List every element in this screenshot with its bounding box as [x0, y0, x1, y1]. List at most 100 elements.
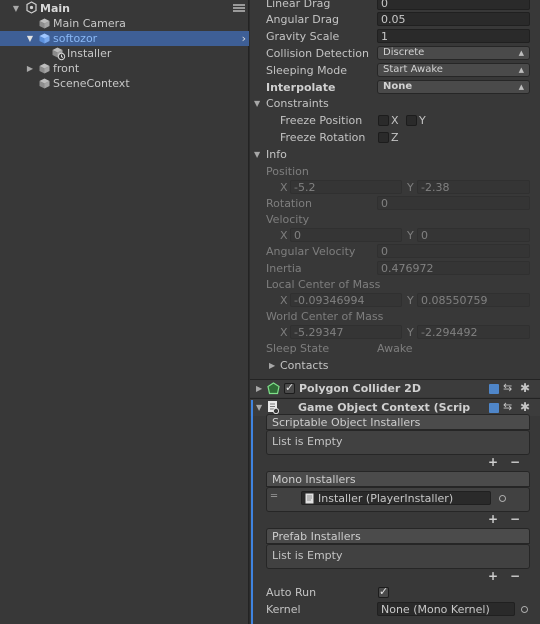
- dropdown-arrow-icon: ▲: [518, 66, 524, 74]
- sleep-state-label: Sleep State: [266, 342, 330, 355]
- remove-item-button[interactable]: −: [510, 569, 520, 583]
- add-item-button[interactable]: +: [488, 569, 498, 583]
- hierarchy-item-installer[interactable]: Installer: [0, 46, 249, 61]
- object-picker-icon[interactable]: [499, 495, 506, 502]
- local-com-x-field: -0.09346994: [290, 293, 402, 307]
- info-label: Info: [266, 148, 287, 161]
- add-item-button[interactable]: +: [488, 512, 498, 526]
- remove-item-button[interactable]: −: [510, 512, 520, 526]
- hierarchy-item-label: Installer: [67, 47, 112, 60]
- gravity-scale-field[interactable]: 1: [377, 29, 530, 43]
- hierarchy-item-label: Main Camera: [53, 17, 126, 30]
- installer-object-field[interactable]: Installer (PlayerInstaller): [301, 491, 491, 505]
- world-com-x-label: X: [280, 326, 288, 339]
- rotation-label: Rotation: [266, 197, 313, 210]
- add-item-button[interactable]: +: [488, 455, 498, 469]
- hierarchy-item-scenecontext[interactable]: SceneContext: [0, 76, 249, 91]
- sleep-state-value: Awake: [377, 342, 413, 355]
- scene-title: Main: [40, 2, 70, 15]
- kernel-object-field[interactable]: None (Mono Kernel): [377, 602, 515, 616]
- collision-detection-label: Collision Detection: [266, 47, 370, 60]
- velocity-y-label: Y: [407, 229, 414, 242]
- auto-run-checkbox[interactable]: [378, 585, 389, 598]
- game-object-context-title: Game Object Context (Scrip: [298, 401, 471, 414]
- preset-sliders-icon[interactable]: ⇆: [503, 400, 512, 413]
- angular-drag-field[interactable]: 0.05: [377, 12, 530, 26]
- scene-header-row[interactable]: ▼ Main: [0, 1, 249, 16]
- prefab-installers-list: List is Empty: [266, 544, 530, 569]
- freeze-position-y-checkbox[interactable]: [406, 115, 417, 126]
- fold-arrow-icon[interactable]: ▼: [25, 31, 35, 46]
- chevron-right-icon[interactable]: ›: [242, 31, 246, 46]
- scriptable-installers-header: Scriptable Object Installers: [266, 414, 530, 430]
- gameobject-cube-icon: [39, 18, 50, 29]
- sleeping-mode-dropdown[interactable]: Start Awake ▲: [377, 63, 530, 77]
- drag-handle-icon[interactable]: ═: [271, 491, 277, 502]
- contacts-fold-icon[interactable]: ▶: [269, 361, 275, 370]
- constraints-label: Constraints: [266, 97, 329, 110]
- help-book-icon[interactable]: [489, 403, 499, 413]
- gameobject-cube-icon: [39, 78, 50, 89]
- polygon-collider-enabled-checkbox[interactable]: [284, 381, 295, 394]
- position-x-label: X: [280, 181, 288, 194]
- hierarchy-item-label: softozor: [53, 32, 98, 45]
- freeze-rotation-z-checkbox[interactable]: [378, 132, 389, 143]
- world-com-x-field: -5.29347: [290, 325, 402, 339]
- mono-installers-header: Mono Installers: [266, 471, 530, 487]
- auto-run-label: Auto Run: [266, 586, 317, 599]
- velocity-label: Velocity: [266, 213, 310, 226]
- interpolate-dropdown[interactable]: None ▲: [377, 80, 530, 94]
- polygon-collider-title: Polygon Collider 2D: [299, 382, 421, 395]
- dropdown-value: None: [383, 81, 413, 92]
- world-com-label: World Center of Mass: [266, 310, 384, 323]
- hamburger-menu-icon[interactable]: [233, 4, 245, 12]
- dropdown-value: Discrete: [383, 47, 425, 58]
- gameobject-cube-icon: [39, 33, 50, 44]
- selection-accent-bar: [251, 400, 253, 624]
- angular-velocity-label: Angular Velocity: [266, 245, 356, 258]
- local-com-x-label: X: [280, 294, 288, 307]
- velocity-x-field: 0: [290, 228, 402, 242]
- contacts-label: Contacts: [280, 359, 329, 372]
- constraints-fold-icon[interactable]: ▼: [254, 99, 260, 108]
- hierarchy-item-main-camera[interactable]: Main Camera: [0, 16, 249, 31]
- freeze-position-label: Freeze Position: [280, 114, 363, 127]
- object-picker-icon[interactable]: [521, 606, 528, 613]
- freeze-position-x-checkbox[interactable]: [378, 115, 389, 126]
- gear-icon[interactable]: ✱: [520, 381, 530, 395]
- freeze-z-label: Z: [391, 131, 399, 144]
- inertia-label: Inertia: [266, 262, 302, 275]
- mono-installers-list: ═ Installer (PlayerInstaller): [266, 487, 530, 512]
- velocity-y-field: 0: [417, 228, 530, 242]
- kernel-label: Kernel: [266, 603, 301, 616]
- position-y-field: -2.38: [417, 180, 530, 194]
- linear-drag-field[interactable]: 0: [377, 0, 530, 10]
- rotation-field: 0: [377, 196, 530, 210]
- polygon-collider-header[interactable]: ▶ Polygon Collider 2D ⇆ ✱: [250, 379, 540, 397]
- local-com-y-field: 0.08550759: [417, 293, 530, 307]
- world-com-y-field: -2.294492: [417, 325, 530, 339]
- collision-detection-dropdown[interactable]: Discrete ▲: [377, 46, 530, 60]
- script-file-icon: [305, 493, 314, 504]
- gear-icon[interactable]: ✱: [520, 400, 530, 414]
- component-fold-icon[interactable]: ▶: [256, 384, 262, 393]
- info-fold-icon[interactable]: ▼: [254, 150, 260, 159]
- local-com-label: Local Center of Mass: [266, 278, 381, 291]
- angular-velocity-field: 0: [377, 244, 530, 258]
- gravity-scale-label: Gravity Scale: [266, 30, 340, 43]
- component-fold-icon[interactable]: ▼: [256, 403, 262, 412]
- list-empty-label: List is Empty: [272, 435, 343, 448]
- fold-arrow-icon[interactable]: ▶: [25, 61, 35, 76]
- remove-item-button[interactable]: −: [510, 455, 520, 469]
- hierarchy-item-softozor[interactable]: ▼ softozor ›: [0, 31, 249, 46]
- help-book-icon[interactable]: [489, 384, 499, 394]
- preset-sliders-icon[interactable]: ⇆: [503, 381, 512, 394]
- hierarchy-panel: ▼ Main Main Camera ▼ softozor › Installe…: [0, 0, 249, 624]
- scriptable-installers-list: List is Empty: [266, 430, 530, 455]
- hierarchy-item-front[interactable]: ▶ front: [0, 61, 249, 76]
- hierarchy-item-label: front: [53, 62, 80, 75]
- freeze-y-label: Y: [419, 114, 426, 127]
- angular-drag-label: Angular Drag: [266, 13, 339, 26]
- fold-arrow-icon[interactable]: ▼: [11, 1, 21, 16]
- prefab-installers-header: Prefab Installers: [266, 528, 530, 544]
